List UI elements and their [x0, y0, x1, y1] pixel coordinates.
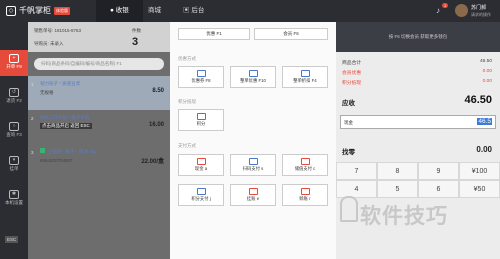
- order-discount-button[interactable]: 整单优惠 F10: [230, 66, 276, 88]
- gear-icon: ✱: [9, 190, 19, 199]
- bell-icon[interactable]: ♪: [436, 6, 440, 15]
- star-icon: [196, 188, 206, 195]
- user-name[interactable]: 苏门郝: [471, 4, 486, 11]
- version-badge: 体验版: [54, 6, 70, 15]
- coupon-icon: [196, 70, 206, 77]
- item-name: 纳米工作计划 * 椰子牛奶: [40, 115, 90, 120]
- tab-mall[interactable]: 商城: [148, 0, 161, 22]
- change-label: 找零: [342, 149, 355, 156]
- order-number: 销售单号: 181015-8763: [34, 28, 82, 33]
- sidebar: + 开单 F9 ↺ 退货 F2 ○ 查询 F3 ▾ 挂单 ✱ 本机设置 ESC: [0, 22, 28, 259]
- item-name: 小蛋糕 - 椰子 * 奶油 20g: [48, 149, 97, 154]
- wallet-icon: [300, 158, 310, 165]
- percent-icon: [300, 70, 310, 77]
- item-count: 3: [132, 36, 139, 48]
- watermark-logo-icon: [340, 196, 358, 222]
- payment-section-title: 支付方式: [178, 143, 196, 148]
- item-price: 8.50: [152, 88, 164, 94]
- item-spec: 无规格: [40, 90, 54, 95]
- logo-icon: ◇: [6, 5, 16, 16]
- notification-badge: 1: [442, 3, 449, 8]
- item-name: 韧力钩子 * 质感豆浆: [40, 81, 81, 86]
- key-8[interactable]: 8: [377, 162, 418, 180]
- amount-due-label: 应收: [342, 100, 355, 107]
- key-9[interactable]: 9: [418, 162, 459, 180]
- app-logo: ◇ 千帆掌柜 体验版: [6, 5, 70, 16]
- points-pay-button[interactable]: 积分支付 j: [178, 184, 224, 206]
- tab-cashier[interactable]: ● 收银: [96, 0, 143, 22]
- discount-section-title: 优惠方式: [178, 56, 196, 61]
- sidebar-item-query[interactable]: ○ 查询 F3: [0, 118, 28, 144]
- cash-received-value[interactable]: 46.5: [477, 118, 492, 125]
- coupon-button[interactable]: 优惠券 F8: [178, 66, 224, 88]
- logo-text: 千帆掌柜: [19, 6, 51, 15]
- tab-backend[interactable]: ▣ 后台: [183, 0, 204, 22]
- cash-icon: [196, 158, 206, 165]
- key-50[interactable]: ¥50: [459, 180, 500, 198]
- key-5[interactable]: 5: [377, 180, 418, 198]
- points-icon: [196, 113, 206, 120]
- list-item[interactable]: 2 纳米工作计划 * 椰子牛奶 点击商品开启 返回 ESC 16.00: [28, 110, 170, 144]
- member-discount-row: 会员优惠 0.00: [342, 69, 492, 76]
- key-7[interactable]: 7: [336, 162, 377, 180]
- member-tab[interactable]: 会员 F6: [254, 28, 328, 40]
- return-icon: ↺: [9, 88, 19, 97]
- key-100[interactable]: ¥100: [459, 162, 500, 180]
- change-amount: 0.00: [476, 145, 492, 154]
- points-deduction-row: 积分抵现 0.00: [342, 79, 492, 86]
- item-price: 22.00/盒: [141, 159, 164, 165]
- top-bar: ◇ 千帆掌柜 体验版 ● 收银 商城 ▣ 后台 ♪ 1 苏门郝 请求的操作: [0, 0, 500, 22]
- key-4[interactable]: 4: [336, 180, 377, 198]
- points-section-title: 积分抵现: [178, 99, 196, 104]
- sidebar-item-settings[interactable]: ✱ 本机设置: [0, 186, 28, 212]
- avatar[interactable]: [455, 4, 468, 17]
- member-hint: 按 F6 切换会员 获取更多钱包: [336, 22, 500, 52]
- qr-icon: [248, 158, 258, 165]
- order-header: 销售单号: 181015-8763 导购员: 未录入 件数 3: [28, 22, 170, 52]
- order-panel: 销售单号: 181015-8763 导购员: 未录入 件数 3 扫码(商品条码/…: [28, 22, 170, 259]
- list-item[interactable]: 1 韧力钩子 * 质感豆浆 无规格 8.50: [28, 76, 170, 110]
- cart-icon: +: [9, 54, 19, 63]
- discount-tab[interactable]: 优惠 F1: [178, 28, 250, 40]
- item-count-label: 件数: [132, 28, 141, 33]
- ticket-icon: [248, 70, 258, 77]
- key-6[interactable]: 6: [418, 180, 459, 198]
- sidebar-item-return[interactable]: ↺ 退货 F2: [0, 84, 28, 110]
- ledger-icon: [248, 188, 258, 195]
- check-icon: [40, 148, 45, 153]
- scan-pay-button[interactable]: 扫码支付 s: [230, 154, 276, 176]
- item-tooltip: 点击商品开启 返回 ESC: [40, 123, 92, 129]
- salesperson[interactable]: 导购员: 未录入: [34, 41, 64, 47]
- user-subtitle: 请求的操作: [471, 12, 491, 17]
- credit-icon: [300, 188, 310, 195]
- cash-received-field[interactable]: 现金 46.5: [340, 115, 496, 129]
- product-search-input[interactable]: 扫码(商品条码/自编码/编号/商品名称) F1: [34, 58, 164, 70]
- points-button[interactable]: 积分: [178, 109, 224, 131]
- search-icon: ○: [9, 122, 19, 131]
- order-rebate-button[interactable]: 整单折扣 F4: [282, 66, 328, 88]
- credit-button[interactable]: 赊账 r: [282, 184, 328, 206]
- cash-pay-button[interactable]: 现金 a: [178, 154, 224, 176]
- payment-panel: 优惠 F1 会员 F6 优惠方式 优惠券 F8 整单优惠 F10 整单折扣 F4…: [170, 22, 336, 259]
- stored-value-pay-button[interactable]: 储值支付 c: [282, 154, 328, 176]
- amount-due: 46.50: [464, 94, 492, 106]
- list-item[interactable]: 3 小蛋糕 - 椰子 * 奶油 20g 6954200704937 22.00/…: [28, 144, 170, 178]
- sidebar-item-new-order[interactable]: + 开单 F9: [0, 50, 28, 76]
- item-price: 16.00: [148, 122, 164, 128]
- item-barcode: 6954200704937: [40, 158, 73, 163]
- watermark-text: 软件技巧: [360, 205, 448, 228]
- sidebar-item-hold[interactable]: ▾ 挂单: [0, 152, 28, 178]
- subtotal-row: 商品合计 46.50: [342, 59, 492, 66]
- on-account-button[interactable]: 挂账 e: [230, 184, 276, 206]
- esc-key-hint[interactable]: ESC: [5, 236, 19, 243]
- pin-icon: ▾: [9, 156, 19, 165]
